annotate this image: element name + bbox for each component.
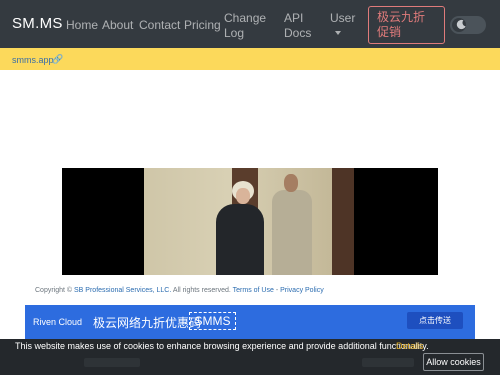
ad-brand: Riven Cloud [33,317,83,327]
ad-text: 极云网络九折优惠码 [93,316,202,330]
rights-text: All rights reserved. [172,287,231,294]
nav-about[interactable]: About [102,18,133,33]
allow-cookies-button[interactable]: Allow cookies [423,353,484,371]
scene-figure [284,174,298,192]
notice-link[interactable]: smms.app [12,55,54,65]
nav-api-docs[interactable]: API Docs [284,11,314,41]
cookie-bar-shadow [84,358,140,367]
cookie-bar-shadow [362,358,414,367]
cookie-details-link[interactable]: Details [396,341,424,351]
ad-coupon-code: SMMS [189,312,236,330]
copyright-prefix: Copyright © [35,287,73,294]
nav-changelog[interactable]: Change Log [224,11,266,41]
page: SM.MS Home About Contact Pricing Change … [0,0,500,375]
video-player[interactable] [62,168,438,275]
terms-link[interactable]: Terms of Use [233,287,274,294]
notice-bar [0,48,500,70]
footer-separator: - [275,287,279,294]
video-frame [144,168,354,275]
copyright-text: Copyright © SB Professional Services, LL… [35,287,324,294]
scene-figure [216,204,264,275]
nav-home[interactable]: Home [66,18,98,33]
moon-icon [456,19,466,30]
chevron-down-icon [335,31,341,35]
link-icon: 🔗 [52,54,64,64]
brand-logo[interactable]: SM.MS [12,15,63,32]
cookie-message: This website makes use of cookies to enh… [15,341,429,351]
scene-pillar [332,168,354,275]
nav-pricing[interactable]: Pricing [184,18,221,33]
ad-button[interactable]: 点击传送 [407,312,463,329]
privacy-link[interactable]: Privacy Policy [280,287,324,294]
promo-button[interactable]: 极云九折促销 [368,6,445,44]
scene-figure [272,190,312,275]
nav-contact[interactable]: Contact [139,18,180,33]
company-link[interactable]: SB Professional Services, LLC. [74,287,171,294]
nav-user-dropdown[interactable]: User [330,11,355,26]
scene-figure [236,188,250,204]
